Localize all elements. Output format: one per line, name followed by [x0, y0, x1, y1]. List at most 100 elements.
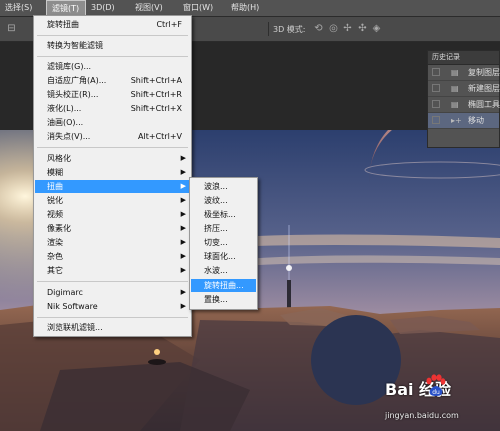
submenu-arrow-icon: ▶	[180, 196, 186, 204]
menu-item-distort[interactable]: 扭曲 ▶	[35, 180, 190, 193]
menu-item-label: 滤镜库(G)...	[47, 62, 92, 71]
move-tool-icon: ▸+	[451, 116, 462, 125]
history-checkbox[interactable]	[432, 100, 440, 108]
menu-item-liquify[interactable]: 液化(L)... Shift+Ctrl+X	[35, 102, 190, 115]
menu-item-lens-correction[interactable]: 镜头校正(R)... Shift+Ctrl+R	[35, 88, 190, 101]
3d-slide-icon[interactable]: ✣	[357, 23, 368, 34]
menu-item-other[interactable]: 其它 ▶	[35, 264, 190, 277]
menu-item-smart-filter[interactable]: 转换为智能滤镜	[35, 39, 190, 52]
history-panel: 历史记录 ▤ 复制图层 ▤ 新建图层 ▤ 椭圆工具 ▸+ 移动	[427, 50, 500, 148]
menu-item-adaptive-wide-angle[interactable]: 自适应广角(A)... Shift+Ctrl+A	[35, 74, 190, 87]
history-checkbox[interactable]	[432, 68, 440, 76]
menu-item-label: 视频	[47, 210, 63, 219]
submenu-item-pinch[interactable]: 挤压...	[191, 222, 256, 235]
menu-item-noise[interactable]: 杂色 ▶	[35, 250, 190, 263]
menu-item-pixelate[interactable]: 像素化 ▶	[35, 222, 190, 235]
menu-item-label: 镜头校正(R)...	[47, 90, 99, 99]
menu-item-label: 水波...	[204, 266, 228, 275]
menu-item-label: 旋转扭曲	[47, 20, 79, 29]
history-item[interactable]: ▤ 复制图层	[428, 65, 500, 81]
submenu-item-displace[interactable]: 置换...	[191, 293, 256, 306]
menu-item-video[interactable]: 视频 ▶	[35, 208, 190, 221]
filter-menu: 旋转扭曲 Ctrl+F 转换为智能滤镜 滤镜库(G)... 自适应广角(A)..…	[33, 15, 192, 337]
submenu-item-zigzag[interactable]: 水波...	[191, 264, 256, 277]
submenu-item-polar-coordinates[interactable]: 极坐标...	[191, 208, 256, 221]
menu-item-oil-paint[interactable]: 油画(O)...	[35, 116, 190, 129]
history-item-label: 椭圆工具	[468, 100, 500, 109]
submenu-item-twirl[interactable]: 旋转扭曲...	[191, 279, 256, 292]
menu-item-label: Digimarc	[47, 288, 83, 297]
3d-pan-icon[interactable]: ✢	[342, 23, 353, 34]
3d-roll-icon[interactable]: ◎	[328, 23, 339, 34]
menu-item-digimarc[interactable]: Digimarc ▶	[35, 286, 190, 299]
submenu-arrow-icon: ▶	[180, 238, 186, 246]
menu-item-label: Nik Software	[47, 302, 98, 311]
menu-item-label: 模糊	[47, 168, 63, 177]
menu-item-nik-software[interactable]: Nik Software ▶	[35, 300, 190, 313]
menu-item-label: 置换...	[204, 295, 228, 304]
divider	[37, 35, 188, 36]
menu-item-label: 风格化	[47, 154, 71, 163]
menu-item-label: 极坐标...	[204, 210, 236, 219]
layer-icon: ▤	[451, 68, 459, 77]
menu-item-stylize[interactable]: 风格化 ▶	[35, 152, 190, 165]
menu-item-filter-gallery[interactable]: 滤镜库(G)...	[35, 60, 190, 73]
menu-item-label: 球面化...	[204, 252, 236, 261]
menu-item-last-filter[interactable]: 旋转扭曲 Ctrl+F	[35, 18, 190, 31]
menu-item-blur[interactable]: 模糊 ▶	[35, 166, 190, 179]
menu-select[interactable]: 选择(S)	[0, 0, 46, 16]
menu-item-label: 锐化	[47, 196, 63, 205]
menu-item-vanishing-point[interactable]: 消失点(V)... Alt+Ctrl+V	[35, 130, 190, 143]
submenu-item-ripple[interactable]: 波纹...	[191, 194, 256, 207]
menu-item-label: 旋转扭曲...	[204, 281, 244, 290]
submenu-item-wave[interactable]: 波浪...	[191, 180, 256, 193]
history-item[interactable]: ▤ 新建图层	[428, 81, 500, 97]
history-panel-title: 历史记录	[428, 51, 499, 65]
menu-3d[interactable]: 3D(D)	[86, 0, 130, 16]
distort-submenu: 波浪... 波纹... 极坐标... 挤压... 切变... 球面化... 水波…	[189, 177, 258, 310]
menu-item-label: 消失点(V)...	[47, 132, 91, 141]
menu-item-label: 扭曲	[47, 182, 63, 191]
menu-item-label: 浏览联机滤镜...	[47, 323, 103, 332]
menu-item-shortcut: Ctrl+F	[156, 20, 182, 29]
divider	[37, 147, 188, 148]
menu-item-label: 自适应广角(A)...	[47, 76, 107, 85]
layer-icon: ▤	[451, 100, 459, 109]
history-checkbox[interactable]	[432, 116, 440, 124]
3d-scale-icon[interactable]: ◈	[371, 23, 382, 34]
align-left-icon[interactable]: ⊟	[6, 23, 17, 34]
menu-item-shortcut: Shift+Ctrl+X	[130, 104, 182, 113]
submenu-arrow-icon: ▶	[180, 210, 186, 218]
menu-item-browse-online[interactable]: 浏览联机滤镜...	[35, 321, 190, 334]
submenu-item-shear[interactable]: 切变...	[191, 236, 256, 249]
submenu-arrow-icon: ▶	[180, 154, 186, 162]
watermark-url: jingyan.baidu.com	[385, 411, 459, 420]
menu-item-label: 转换为智能滤镜	[47, 41, 103, 50]
menu-help[interactable]: 帮助(H)	[226, 0, 276, 16]
3d-mode-label: 3D 模式:	[273, 25, 306, 34]
menu-filter[interactable]: 滤镜(T)	[46, 0, 86, 16]
menu-item-sharpen[interactable]: 锐化 ▶	[35, 194, 190, 207]
divider	[37, 56, 188, 57]
history-item-label: 复制图层	[468, 68, 500, 77]
menu-item-render[interactable]: 渲染 ▶	[35, 236, 190, 249]
submenu-arrow-icon: ▶	[180, 182, 186, 190]
svg-text:du: du	[432, 389, 440, 396]
menu-item-label: 波纹...	[204, 196, 228, 205]
history-checkbox[interactable]	[432, 84, 440, 92]
layer-icon: ▤	[451, 84, 459, 93]
history-item-selected[interactable]: ▸+ 移动	[428, 113, 499, 129]
submenu-arrow-icon: ▶	[180, 302, 186, 310]
menu-item-label: 挤压...	[204, 224, 228, 233]
submenu-arrow-icon: ▶	[180, 252, 186, 260]
menu-item-label: 其它	[47, 266, 63, 275]
3d-rotate-icon[interactable]: ⟲	[313, 23, 324, 34]
submenu-item-spherize[interactable]: 球面化...	[191, 250, 256, 263]
submenu-arrow-icon: ▶	[180, 266, 186, 274]
menu-item-label: 波浪...	[204, 182, 228, 191]
menu-window[interactable]: 窗口(W)	[178, 0, 226, 16]
baidu-jingyan-watermark: Bai 经验 du jingyan.baidu.com	[383, 374, 498, 429]
menu-view[interactable]: 视图(V)	[130, 0, 178, 16]
menu-item-label: 液化(L)...	[47, 104, 82, 113]
history-item[interactable]: ▤ 椭圆工具	[428, 97, 500, 113]
